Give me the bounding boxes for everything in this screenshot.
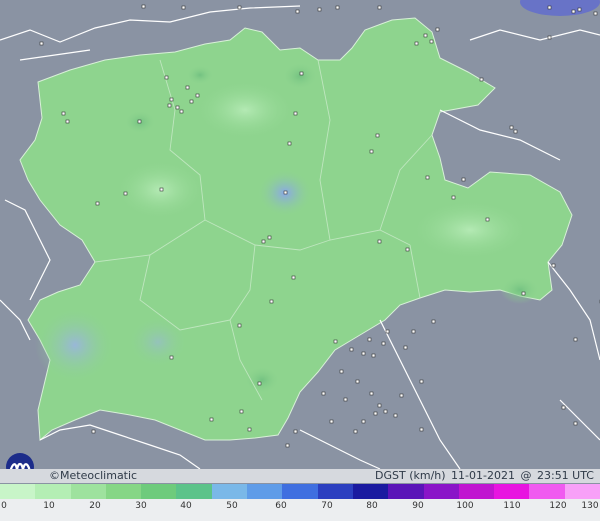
copyright-label: ©Meteoclimatic xyxy=(49,469,138,482)
scale-swatch xyxy=(282,484,318,499)
variable-label: DGST (km/h) xyxy=(375,469,446,482)
color-scale-legend: 0 10 20 30 40 50 60 70 80 90 100 110 120 130 xyxy=(0,484,600,521)
wind-gust-map xyxy=(0,0,600,521)
scale-swatch xyxy=(70,484,106,499)
scale-swatch xyxy=(247,484,283,499)
scale-tick-label: 50 xyxy=(226,501,238,511)
scale-swatch xyxy=(105,484,142,499)
scale-swatch xyxy=(564,484,600,499)
scale-tick-label: 40 xyxy=(180,501,192,511)
color-scale-ticks: 0 10 20 30 40 50 60 70 80 90 100 110 120 130 xyxy=(0,501,600,515)
scale-swatch xyxy=(176,484,212,499)
scale-swatch xyxy=(352,484,389,499)
scale-swatch xyxy=(529,484,565,499)
map-footer: ©Meteoclimatic DGST (km/h) 11-01-2021 @ … xyxy=(0,469,600,483)
scale-tick-label: 100 xyxy=(456,501,474,511)
scale-swatch xyxy=(494,484,530,499)
map-info: DGST (km/h) 11-01-2021 @ 23:51 UTC xyxy=(373,469,594,483)
scale-tick-label: 120 xyxy=(549,501,567,511)
scale-tick-label: 10 xyxy=(43,501,55,511)
scale-tick-label: 80 xyxy=(366,501,378,511)
scale-tick-label: 60 xyxy=(275,501,287,511)
scale-swatch xyxy=(35,484,71,499)
scale-tick-label: 20 xyxy=(89,501,101,511)
scale-tick-label: 90 xyxy=(412,501,424,511)
scale-tick-label: 0 xyxy=(1,501,7,511)
scale-swatch xyxy=(458,484,495,499)
scale-swatch xyxy=(141,484,177,499)
color-scale-bar xyxy=(0,484,600,499)
scale-tick-label: 30 xyxy=(135,501,147,511)
scale-swatch xyxy=(0,484,36,499)
scale-swatch xyxy=(211,484,248,499)
scale-tick-label: 110 xyxy=(503,501,521,511)
scale-swatch xyxy=(423,484,459,499)
gust-hotspot-west xyxy=(35,307,115,383)
scale-swatch xyxy=(388,484,424,499)
time-label: 23:51 UTC xyxy=(536,469,594,482)
scale-swatch xyxy=(317,484,353,499)
date-label: 11-01-2021 xyxy=(451,469,515,482)
scale-tick-label: 130 xyxy=(581,501,599,511)
scale-tick-label: 70 xyxy=(321,501,333,511)
at-label: @ xyxy=(520,469,532,482)
